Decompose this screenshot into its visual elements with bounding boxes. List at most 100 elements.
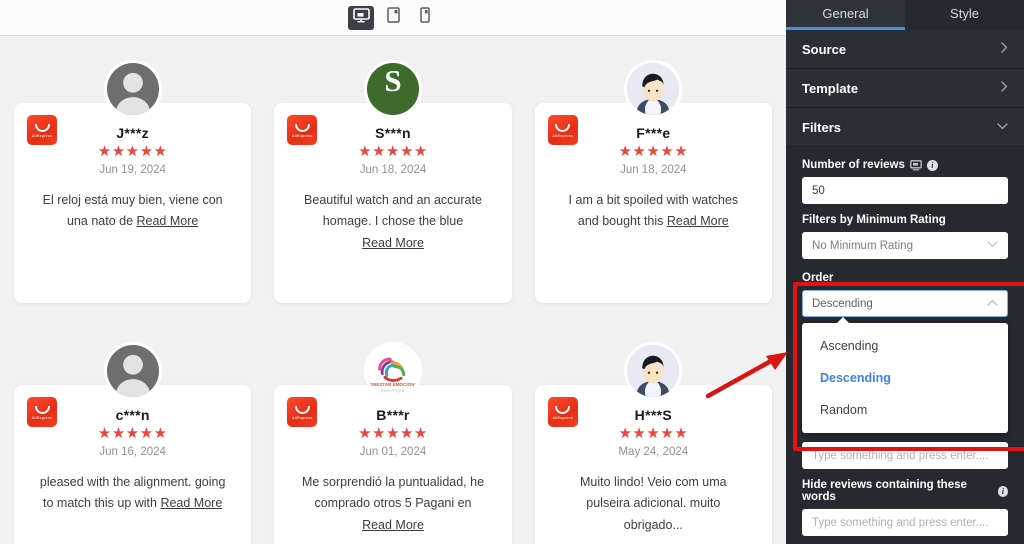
section-source[interactable]: Source <box>786 30 1024 69</box>
review-card: AliExpress H***S ★★★★★ May 24, 2024 Muito li… <box>534 342 772 544</box>
avatar-initial: S <box>366 63 419 115</box>
number-of-reviews-value: 50 <box>812 184 825 197</box>
section-template-label: Template <box>802 80 859 96</box>
order-label-row: Order <box>802 272 1008 284</box>
review-card: AliExpress F***e ★★★★★ Jun 18, 2024 I am a b… <box>534 60 772 303</box>
svg-text:psicología: psicología <box>381 389 404 393</box>
aliexpress-source-icon: AliExpress <box>27 115 57 145</box>
review-text: I am a bit spoiled with watches and boug… <box>568 192 739 229</box>
order-dropdown-options[interactable]: Ascending Descending Random <box>802 317 1008 433</box>
review-date: Jun 16, 2024 <box>99 445 166 458</box>
review-date: Jun 18, 2024 <box>359 163 427 176</box>
mobile-preview-button[interactable] <box>412 6 438 30</box>
order-panel: Order Descending Ascending Descending Rand… <box>786 259 1024 433</box>
hide-words-label: Hide reviews containing these words <box>802 479 967 503</box>
aliexpress-smile-shape <box>555 405 571 414</box>
number-of-reviews-label: Number of reviews <box>802 159 905 171</box>
minimum-rating-select[interactable]: No Minimum Rating <box>802 232 1008 259</box>
section-filters-label: Filters <box>802 119 842 135</box>
svg-text:BIENESTAR EMOCIONAL: BIENESTAR EMOCIONAL <box>367 382 419 387</box>
aliexpress-smile-shape <box>34 123 50 132</box>
settings-sidebar: General Style Source Template Filters Nu… <box>786 0 1024 544</box>
aliexpress-brand-text: AliExpress <box>292 134 313 139</box>
words-panel: Type something and press enter.... Hide … <box>786 433 1024 536</box>
avatar-silhouette-icon <box>106 345 159 397</box>
order-option-descending[interactable]: Descending <box>802 362 1008 394</box>
review-date: Jun 01, 2024 <box>359 445 427 458</box>
aliexpress-smile-shape <box>555 123 571 132</box>
avatar <box>624 342 683 400</box>
order-option-ascending[interactable]: Ascending <box>802 330 1008 362</box>
chevron-down-icon <box>987 240 998 251</box>
read-more-link[interactable]: Read More <box>667 214 729 228</box>
order-option-random[interactable]: Random <box>802 394 1008 426</box>
info-icon[interactable]: i <box>997 485 1008 497</box>
tablet-preview-button[interactable] <box>380 6 406 30</box>
minimum-rating-value: No Minimum Rating <box>812 239 913 252</box>
show-words-input[interactable]: Type something and press enter.... <box>802 442 1008 469</box>
aliexpress-source-icon: AliExpress <box>27 397 57 427</box>
section-template[interactable]: Template <box>786 69 1024 108</box>
star-rating: ★★★★★ <box>618 425 689 442</box>
section-filters[interactable]: Filters <box>786 108 1024 147</box>
star-rating: ★★★★★ <box>618 143 689 160</box>
section-source-label: Source <box>802 41 847 57</box>
star-rating: ★★★★★ <box>97 425 168 442</box>
review-date: Jun 19, 2024 <box>99 163 166 176</box>
filters-panel: Number of reviews i 50 Filters by Minimu… <box>786 147 1024 259</box>
read-more-link[interactable]: Read More <box>160 496 222 510</box>
order-value: Descending <box>812 297 873 310</box>
order-label: Order <box>802 272 834 284</box>
avatar <box>103 342 162 400</box>
reviews-grid: AliExpress J***z ★★★★★ Jun 19, 2024 El reloj… <box>0 36 786 544</box>
aliexpress-brand-text: AliExpress <box>31 134 53 139</box>
star-rating: ★★★★★ <box>358 143 428 160</box>
mobile-icon <box>420 7 430 28</box>
review-text: Beautiful watch and an accurate homage. … <box>304 192 482 250</box>
tablet-icon <box>386 7 400 28</box>
aliexpress-source-icon: AliExpress <box>287 397 318 427</box>
review-text: El reloj está muy bien, viene con una na… <box>42 192 223 229</box>
chevron-right-icon <box>1001 81 1008 95</box>
review-card: AliExpress c***n ★★★★★ Jun 16, 2024 pleased … <box>14 342 252 544</box>
review-text: Me sorprendió la puntualidad, he comprad… <box>301 474 485 532</box>
info-icon[interactable]: i <box>926 159 938 171</box>
aliexpress-smile-shape <box>294 123 310 132</box>
tab-style[interactable]: Style <box>905 0 1024 30</box>
minimum-rating-label-row: Filters by Minimum Rating <box>802 214 1008 226</box>
review-date: May 24, 2024 <box>618 445 689 458</box>
responsive-monitor-icon[interactable] <box>910 159 922 171</box>
desktop-icon <box>352 7 370 28</box>
avatar <box>624 60 683 118</box>
review-card: BIENESTAR EMOCIONAL psicología AliExpress B… <box>274 342 512 544</box>
read-more-link[interactable]: Read More <box>362 518 424 532</box>
avatar-person-icon <box>627 63 680 115</box>
tab-general-label: General <box>822 6 869 21</box>
aliexpress-brand-text: AliExpress <box>31 416 53 421</box>
star-rating: ★★★★★ <box>97 143 168 160</box>
avatar-silhouette-icon <box>106 63 159 115</box>
review-card: AliExpress J***z ★★★★★ Jun 19, 2024 El reloj… <box>14 60 252 303</box>
star-rating: ★★★★★ <box>358 425 428 442</box>
avatar <box>103 60 162 118</box>
number-of-reviews-input[interactable]: 50 <box>802 177 1008 204</box>
order-select[interactable]: Descending <box>802 290 1008 317</box>
device-preview-toolbar <box>0 0 786 36</box>
chevron-down-icon <box>997 122 1008 133</box>
aliexpress-source-icon: AliExpress <box>547 397 578 427</box>
read-more-link[interactable]: Read More <box>137 214 199 228</box>
preview-area: AliExpress J***z ★★★★★ Jun 19, 2024 El reloj… <box>0 0 786 544</box>
minimum-rating-label: Filters by Minimum Rating <box>802 214 946 226</box>
read-more-link[interactable]: Read More <box>362 236 424 250</box>
aliexpress-smile-shape <box>34 405 50 414</box>
review-text: Muito lindo! Veio com uma pulseira adici… <box>580 474 727 532</box>
hide-words-input[interactable]: Type something and press enter.... <box>802 509 1008 536</box>
number-of-reviews-label-row: Number of reviews i <box>802 159 1008 171</box>
tab-style-label: Style <box>950 6 979 21</box>
tab-general[interactable]: General <box>786 0 905 30</box>
aliexpress-source-icon: AliExpress <box>547 115 578 145</box>
aliexpress-brand-text: AliExpress <box>552 416 573 421</box>
desktop-preview-button[interactable] <box>348 5 374 30</box>
